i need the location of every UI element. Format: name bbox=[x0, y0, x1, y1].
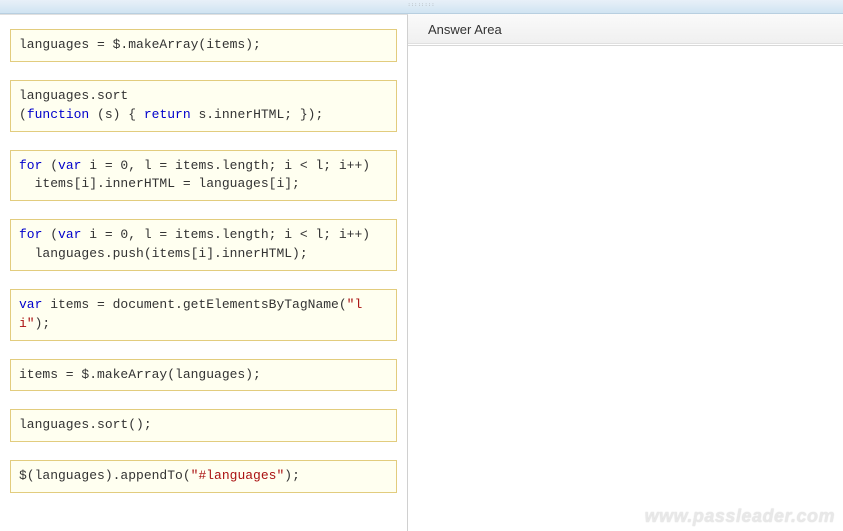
code-card[interactable]: languages = $.makeArray(items); bbox=[10, 29, 397, 62]
code-card[interactable]: $(languages).appendTo("#languages"); bbox=[10, 460, 397, 493]
window-top-bar: :::::::: bbox=[0, 0, 843, 14]
code-card[interactable]: items = $.makeArray(languages); bbox=[10, 359, 397, 392]
drag-grip-icon[interactable]: :::::::: bbox=[408, 3, 435, 6]
code-card[interactable]: for (var i = 0, l = items.length; i < l;… bbox=[10, 150, 397, 202]
main-split: languages = $.makeArray(items); language… bbox=[0, 14, 843, 531]
code-card[interactable]: for (var i = 0, l = items.length; i < l;… bbox=[10, 219, 397, 271]
code-card[interactable]: languages.sort (function (s) { return s.… bbox=[10, 80, 397, 132]
answer-area-header: Answer Area bbox=[408, 14, 843, 44]
source-panel[interactable]: languages = $.makeArray(items); language… bbox=[0, 14, 408, 531]
code-card[interactable]: var items = document.getElementsByTagNam… bbox=[10, 289, 397, 341]
answer-panel[interactable]: Answer Area bbox=[408, 14, 843, 531]
code-card[interactable]: languages.sort(); bbox=[10, 409, 397, 442]
